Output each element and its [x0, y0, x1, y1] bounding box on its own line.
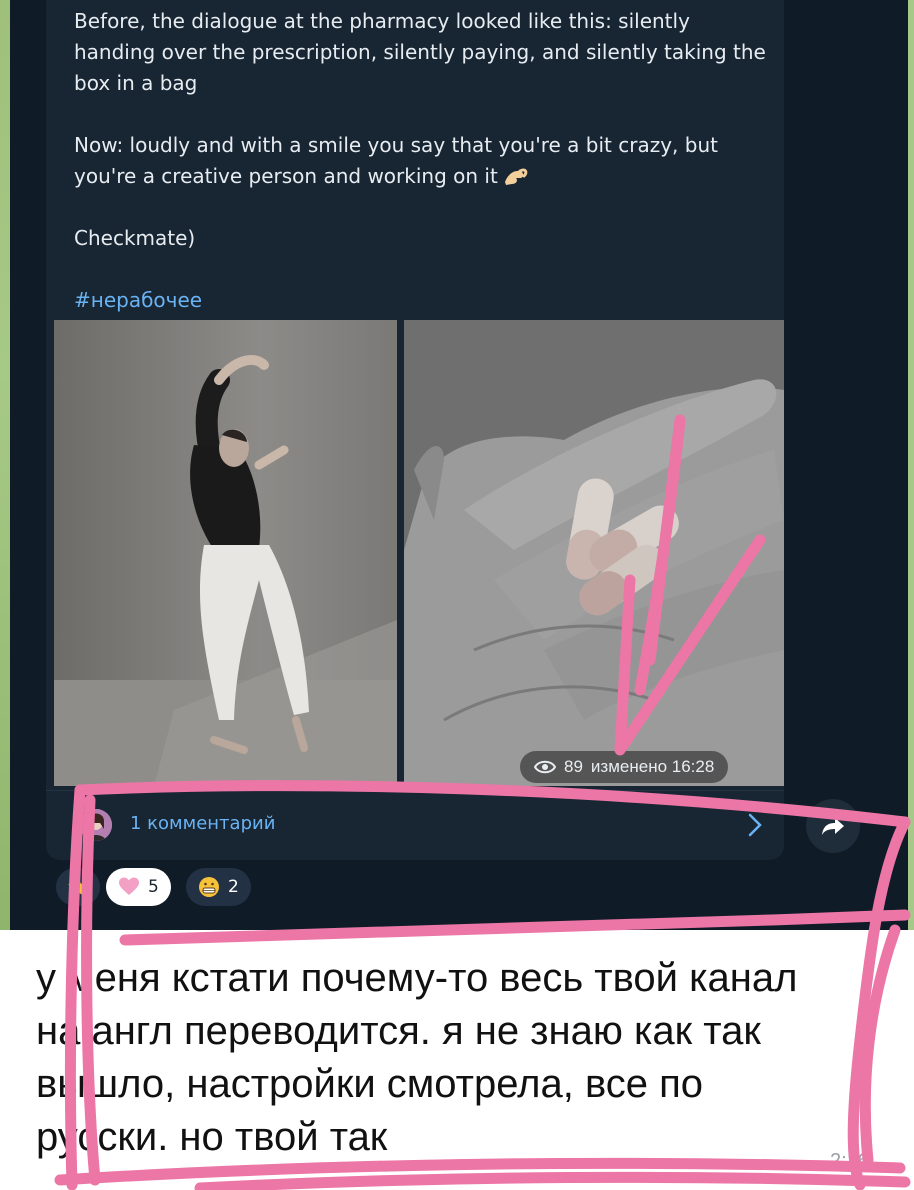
dancer-photo[interactable] — [54, 320, 397, 786]
edited-label: изменено 16:28 — [590, 757, 715, 776]
reaction-heart[interactable]: 5 — [106, 868, 171, 906]
post-line: Now: loudly and with a smile you say tha… — [74, 133, 718, 157]
post-text: Before, the dialogue at the pharmacy loo… — [74, 6, 774, 316]
reaction-star[interactable] — [56, 868, 100, 906]
reply-line: русски. но твой так — [36, 1115, 388, 1159]
reply-time: 2:16 — [830, 1150, 869, 1172]
commenter-avatar — [80, 809, 112, 841]
share-button[interactable] — [806, 799, 860, 853]
reply-line: вышло, настройки смотрела, все по — [36, 1062, 704, 1106]
reaction-count: 2 — [228, 877, 239, 897]
eye-icon — [534, 760, 556, 774]
post-line: handing over the prescription, silently … — [74, 40, 766, 64]
post-meta-pill: 89 изменено 16:28 — [520, 751, 729, 783]
view-count: 89 — [564, 757, 583, 776]
reply-line: на англ переводится. я не знаю как так — [36, 1009, 761, 1053]
post-line-with-emoji: you're a creative person and working on … — [74, 161, 774, 192]
hashtag-link[interactable]: #нерабочее — [74, 285, 774, 316]
share-arrow-icon — [822, 818, 844, 835]
chevron-right-icon[interactable] — [748, 813, 762, 837]
post-line: Checkmate) — [74, 226, 196, 250]
reaction-grin[interactable]: 2 — [186, 868, 251, 906]
comments-label[interactable]: 1 комментарий — [130, 813, 275, 834]
post-line: Before, the dialogue at the pharmacy loo… — [74, 9, 690, 33]
heart-icon — [119, 877, 139, 895]
reply-line: у меня кстати почему-то весь твой канал — [36, 956, 798, 1000]
reply-message: у меня кстати почему-то весь твой канал … — [36, 952, 896, 1164]
post-line: box in a bag — [74, 71, 198, 95]
grin-emoji-icon — [199, 877, 219, 897]
wallpaper-edge-right — [908, 0, 914, 930]
post-line: you're a creative person and working on … — [74, 164, 498, 188]
wallpaper-edge-left — [0, 0, 10, 930]
reaction-count: 5 — [148, 877, 159, 897]
capsules-photo[interactable] — [404, 320, 784, 786]
comments-row[interactable]: 1 комментарий — [46, 790, 784, 859]
star-icon — [68, 877, 88, 896]
pinching-hand-emoji-icon — [504, 168, 528, 185]
